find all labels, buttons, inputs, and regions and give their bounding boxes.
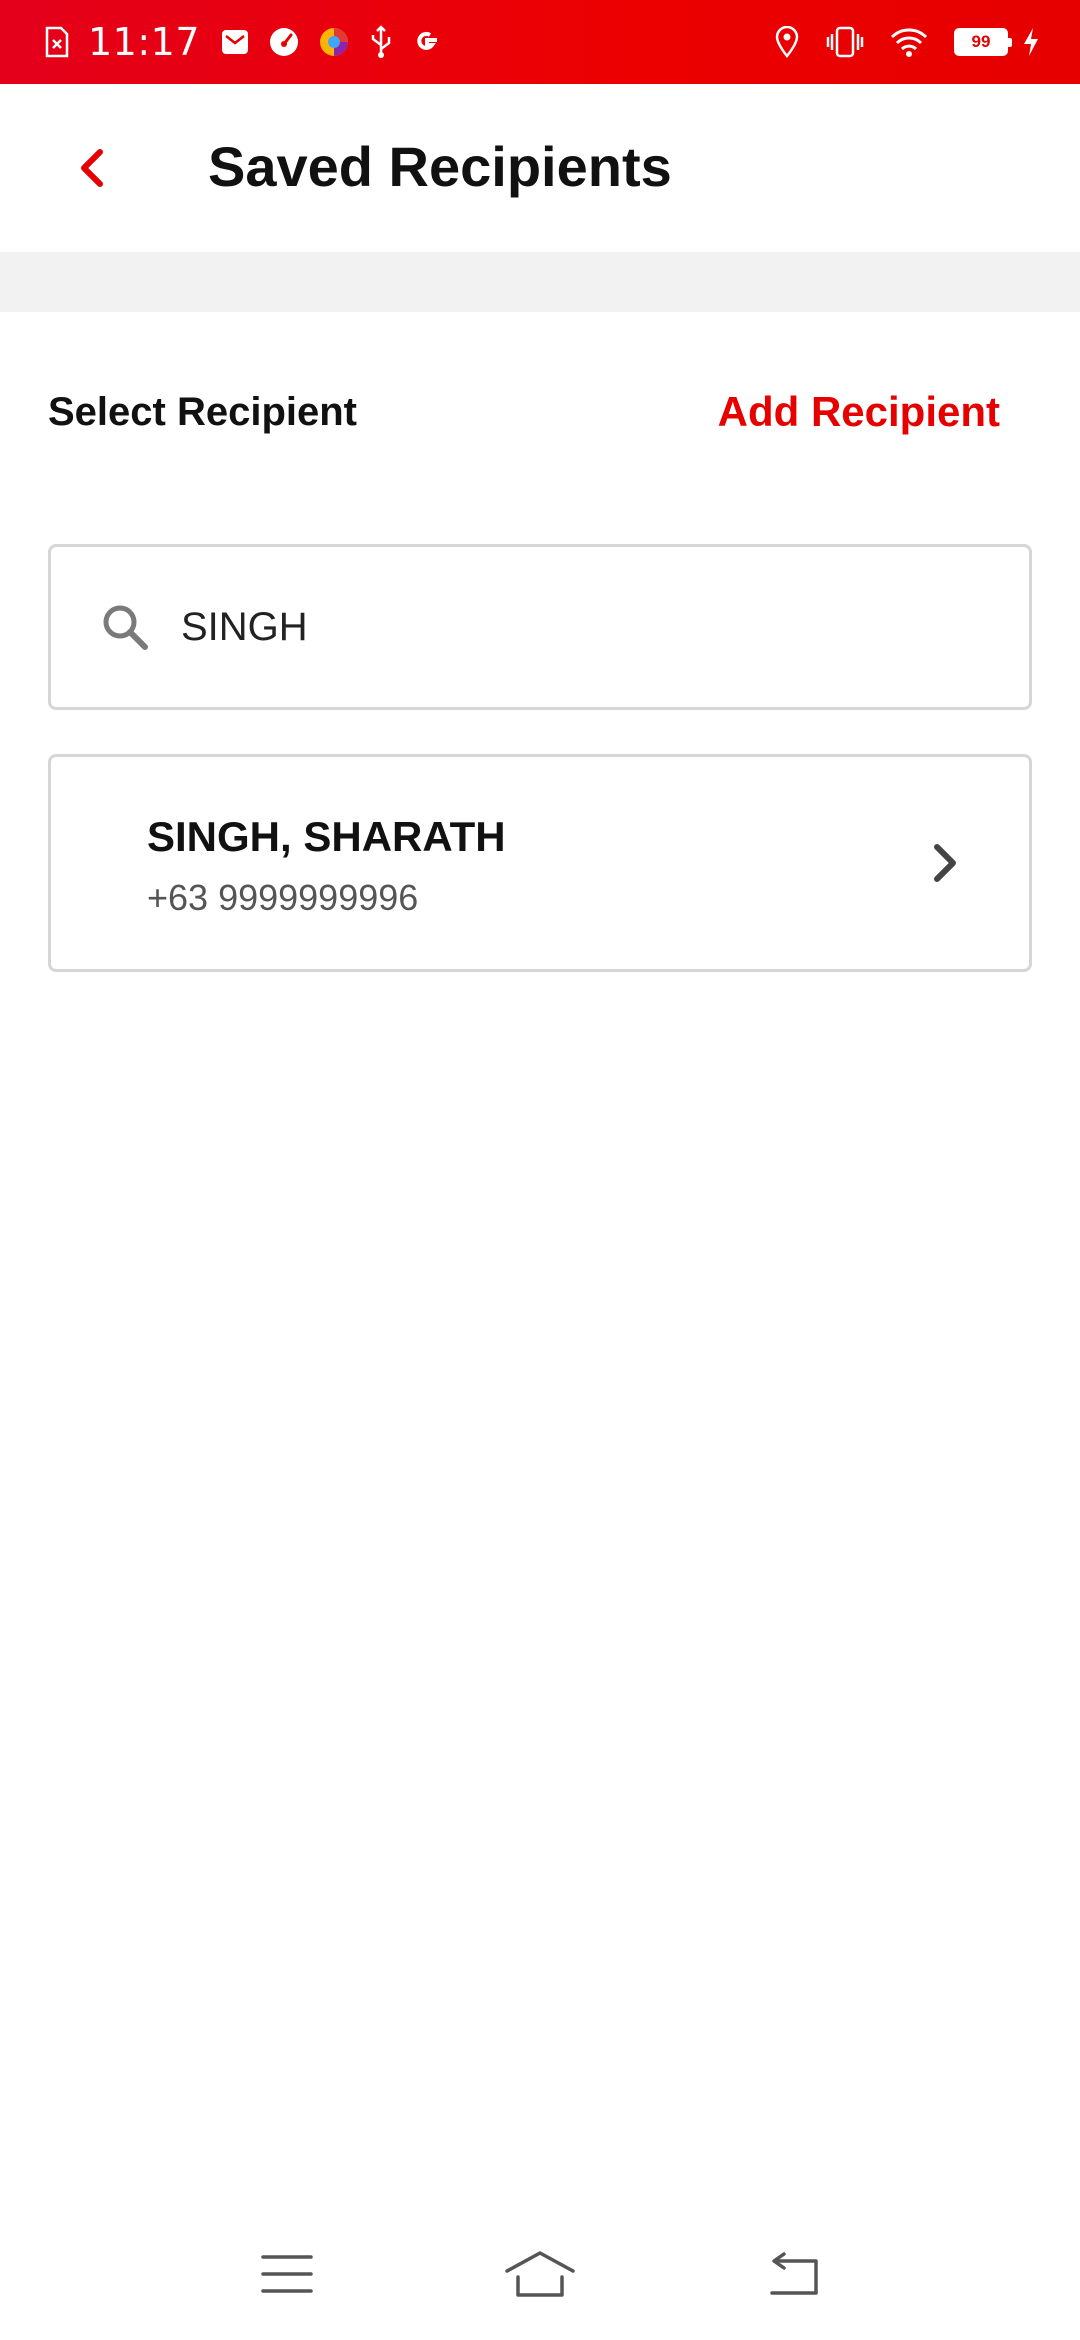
back-button[interactable] bbox=[64, 140, 120, 196]
search-box[interactable] bbox=[48, 544, 1032, 710]
browser-icon bbox=[318, 26, 350, 58]
battery-level: 99 bbox=[971, 32, 991, 51]
app-header: Saved Recipients bbox=[0, 84, 1080, 252]
chevron-left-icon bbox=[81, 149, 103, 187]
charging-icon bbox=[1022, 26, 1040, 58]
status-time: 11:17 bbox=[88, 20, 201, 64]
location-icon bbox=[774, 26, 800, 58]
search-icon bbox=[103, 605, 148, 650]
nav-menu-button[interactable] bbox=[247, 2234, 327, 2314]
recipient-card[interactable]: SINGH, SHARATH +63 9999999996 bbox=[48, 754, 1032, 972]
recipient-name: SINGH, SHARATH bbox=[147, 813, 506, 860]
sim-error-icon bbox=[44, 26, 70, 58]
vibrate-icon bbox=[826, 26, 864, 58]
speedometer-icon bbox=[268, 26, 300, 58]
header-divider bbox=[0, 252, 1080, 312]
menu-icon bbox=[260, 2255, 313, 2293]
chevron-right-icon bbox=[934, 844, 956, 882]
mail-icon bbox=[220, 27, 250, 57]
status-bar: 11:17 99 bbox=[0, 0, 1080, 84]
status-left: 11:17 bbox=[44, 0, 460, 84]
search-input[interactable] bbox=[181, 604, 941, 650]
nav-home-button[interactable] bbox=[500, 2234, 580, 2314]
wifi-icon bbox=[890, 26, 928, 58]
back-icon bbox=[770, 2252, 819, 2295]
usb-icon bbox=[368, 25, 394, 59]
home-icon bbox=[505, 2251, 575, 2297]
recipient-phone: +63 9999999996 bbox=[147, 877, 419, 918]
section-row: Select Recipient Add Recipient bbox=[48, 388, 1016, 436]
battery-icon: 99 bbox=[954, 28, 1012, 56]
saved-recipients-screen: 11:17 99 Saved Recipients Select Recipie… bbox=[0, 0, 1080, 2340]
add-recipient-button[interactable]: Add Recipient bbox=[718, 388, 1016, 436]
page-title: Saved Recipients bbox=[208, 135, 672, 198]
select-recipient-label: Select Recipient bbox=[48, 389, 358, 434]
google-icon bbox=[412, 27, 442, 57]
status-right: 99 bbox=[748, 0, 1040, 84]
nav-back-button[interactable] bbox=[753, 2234, 833, 2314]
system-nav-bar bbox=[0, 2208, 1080, 2340]
